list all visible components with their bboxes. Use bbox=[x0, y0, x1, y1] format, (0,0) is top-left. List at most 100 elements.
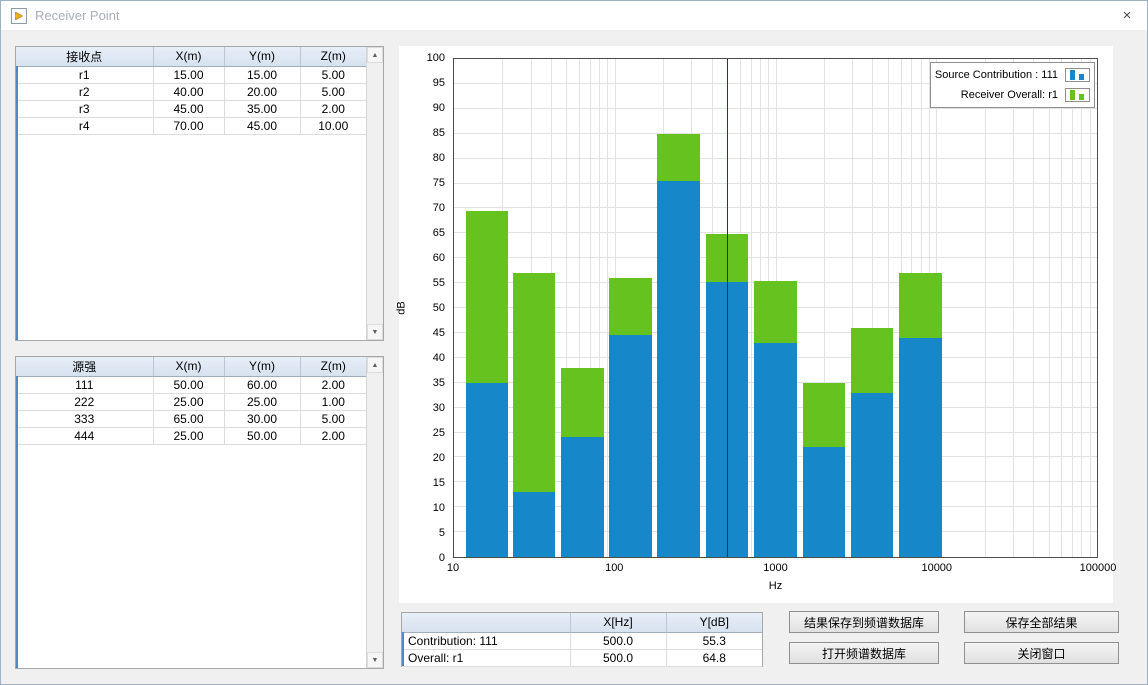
y-tick-label: 70 bbox=[433, 202, 445, 214]
chart-legend: Source Contribution : 111 Receiver Overa… bbox=[930, 62, 1095, 108]
table-cell[interactable]: 5.00 bbox=[300, 410, 366, 427]
table-row: 33365.0030.005.00 bbox=[16, 410, 366, 427]
column-header: 源强 bbox=[16, 357, 153, 376]
table-cell[interactable]: 25.00 bbox=[224, 393, 300, 410]
cursor-readout-panel: X[Hz]Y[dB]Contribution: 111500.055.3Over… bbox=[401, 612, 763, 667]
x-tick-label: 10 bbox=[447, 562, 459, 574]
table-cell[interactable]: r3 bbox=[16, 100, 153, 117]
plot-area[interactable]: Source Contribution : 111 Receiver Overa… bbox=[453, 58, 1098, 558]
table-cell[interactable]: 500.0 bbox=[570, 632, 666, 649]
table-cell[interactable]: 50.00 bbox=[224, 427, 300, 444]
scroll-down-button[interactable]: ▼ bbox=[367, 652, 383, 668]
receiver-table-panel: 接收点X(m)Y(m)Z(m)r115.0015.005.00r240.0020… bbox=[15, 46, 384, 341]
table-cell[interactable]: 10.00 bbox=[300, 117, 366, 134]
x-tick-label: 1000 bbox=[763, 562, 787, 574]
bar-segment-contribution bbox=[803, 447, 845, 557]
gridline bbox=[1081, 59, 1082, 557]
table-cell[interactable]: 20.00 bbox=[224, 83, 300, 100]
table-cell[interactable]: Contribution: 111 bbox=[402, 632, 570, 649]
gridline bbox=[1090, 59, 1091, 557]
open-spectrum-db-button[interactable]: 打开频谱数据库 bbox=[789, 642, 939, 664]
bar-segment-contribution bbox=[657, 181, 699, 557]
y-tick-label: 45 bbox=[433, 327, 445, 339]
up-arrow-icon: ▲ bbox=[372, 362, 379, 369]
table-cell[interactable]: 111 bbox=[16, 376, 153, 393]
table-cell[interactable]: 45.00 bbox=[153, 100, 224, 117]
gridline bbox=[1013, 59, 1014, 557]
scroll-up-button[interactable]: ▲ bbox=[367, 357, 383, 373]
table-cell[interactable]: 65.00 bbox=[153, 410, 224, 427]
save-all-results-button[interactable]: 保存全部结果 bbox=[964, 611, 1119, 633]
y-tick-label: 5 bbox=[439, 527, 445, 539]
chart-cursor-line[interactable] bbox=[727, 59, 728, 557]
bar-segment-overall bbox=[851, 328, 893, 393]
gridline bbox=[1049, 59, 1050, 557]
y-tick-label: 0 bbox=[439, 552, 445, 564]
y-tick-label: 90 bbox=[433, 102, 445, 114]
data-table: 接收点X(m)Y(m)Z(m)r115.0015.005.00r240.0020… bbox=[16, 47, 366, 135]
receiver-table-scrollbar[interactable]: ▲ ▼ bbox=[366, 47, 383, 340]
table-cell[interactable]: 5.00 bbox=[300, 66, 366, 83]
table-row: r240.0020.005.00 bbox=[16, 83, 366, 100]
table-cell[interactable]: 2.00 bbox=[300, 427, 366, 444]
close-window-button[interactable]: 关闭窗口 bbox=[964, 642, 1119, 664]
table-cell[interactable]: 2.00 bbox=[300, 100, 366, 117]
legend-row-overall[interactable]: Receiver Overall: r1 bbox=[935, 85, 1090, 105]
legend-plot-icon-contribution[interactable] bbox=[1065, 68, 1090, 82]
column-header: Z(m) bbox=[300, 47, 366, 66]
source-table-scrollbar[interactable]: ▲ ▼ bbox=[366, 357, 383, 668]
table-cell[interactable]: 222 bbox=[16, 393, 153, 410]
table-row: 22225.0025.001.00 bbox=[16, 393, 366, 410]
y-tick-label: 25 bbox=[433, 427, 445, 439]
y-tick-label: 65 bbox=[433, 227, 445, 239]
table-cell[interactable]: 30.00 bbox=[224, 410, 300, 427]
y-tick-label: 95 bbox=[433, 77, 445, 89]
table-cell[interactable]: 333 bbox=[16, 410, 153, 427]
table-row: r345.0035.002.00 bbox=[16, 100, 366, 117]
bar-segment-contribution bbox=[754, 343, 796, 557]
scroll-up-button[interactable]: ▲ bbox=[367, 47, 383, 63]
y-tick-label: 15 bbox=[433, 477, 445, 489]
table-cell[interactable]: Overall: r1 bbox=[402, 649, 570, 666]
legend-plot-icon-overall[interactable] bbox=[1065, 88, 1090, 102]
x-axis-ticks: 10100100010000100000 bbox=[453, 562, 1098, 576]
table-cell[interactable]: 15.00 bbox=[224, 66, 300, 83]
table-cell[interactable]: 70.00 bbox=[153, 117, 224, 134]
table-cell[interactable]: 50.00 bbox=[153, 376, 224, 393]
legend-row-contribution[interactable]: Source Contribution : 111 bbox=[935, 65, 1090, 85]
x-tick-label: 100000 bbox=[1080, 562, 1117, 574]
table-cell[interactable]: 25.00 bbox=[153, 427, 224, 444]
table-cell[interactable]: 500.0 bbox=[570, 649, 666, 666]
bar-segment-contribution bbox=[899, 338, 941, 557]
table-cell[interactable]: 15.00 bbox=[153, 66, 224, 83]
table-row: 44425.0050.002.00 bbox=[16, 427, 366, 444]
table-cell[interactable]: r2 bbox=[16, 83, 153, 100]
receiver-table: 接收点X(m)Y(m)Z(m)r115.0015.005.00r240.0020… bbox=[16, 47, 383, 135]
table-cell[interactable]: 444 bbox=[16, 427, 153, 444]
table-cell[interactable]: 25.00 bbox=[153, 393, 224, 410]
bar-segment-overall bbox=[657, 134, 699, 181]
table-cell[interactable]: r1 bbox=[16, 66, 153, 83]
table-cell[interactable]: 2.00 bbox=[300, 376, 366, 393]
table-cell[interactable]: 55.3 bbox=[666, 632, 762, 649]
table-cell[interactable]: 64.8 bbox=[666, 649, 762, 666]
legend-label-overall: Receiver Overall: r1 bbox=[961, 89, 1058, 101]
column-header bbox=[402, 613, 570, 632]
close-icon[interactable]: × bbox=[1115, 5, 1139, 27]
y-tick-label: 20 bbox=[433, 452, 445, 464]
y-axis-ticks: 0510152025303540455055606570758085909510… bbox=[399, 58, 449, 558]
y-tick-label: 75 bbox=[433, 177, 445, 189]
y-tick-label: 80 bbox=[433, 152, 445, 164]
table-cell[interactable]: 1.00 bbox=[300, 393, 366, 410]
table-cell[interactable]: 35.00 bbox=[224, 100, 300, 117]
bar-segment-overall bbox=[754, 281, 796, 343]
table-cell[interactable]: r4 bbox=[16, 117, 153, 134]
table-cell[interactable]: 45.00 bbox=[224, 117, 300, 134]
save-results-to-spectrum-db-button[interactable]: 结果保存到频谱数据库 bbox=[789, 611, 939, 633]
scroll-down-button[interactable]: ▼ bbox=[367, 324, 383, 340]
gridline bbox=[1033, 59, 1034, 557]
table-cell[interactable]: 40.00 bbox=[153, 83, 224, 100]
gridline bbox=[1061, 59, 1062, 557]
table-cell[interactable]: 5.00 bbox=[300, 83, 366, 100]
table-cell[interactable]: 60.00 bbox=[224, 376, 300, 393]
